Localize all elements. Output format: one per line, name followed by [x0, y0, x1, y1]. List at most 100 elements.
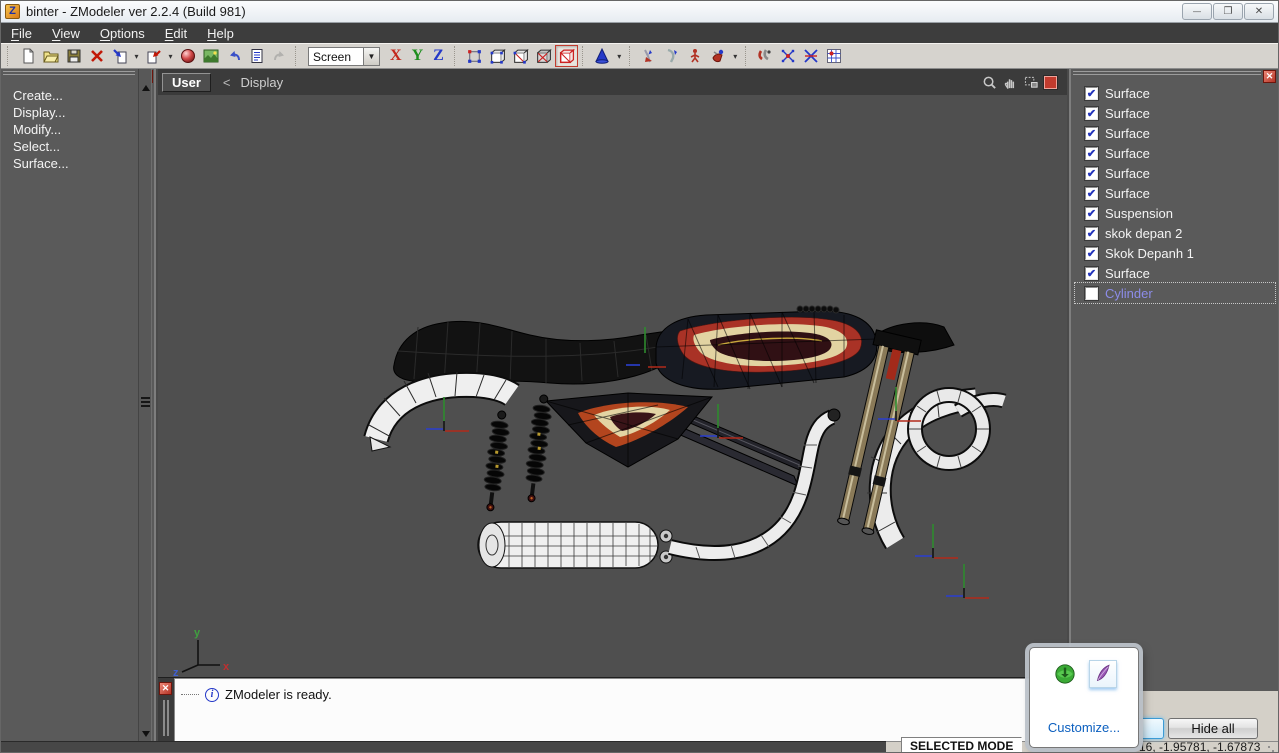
scene-object-row[interactable]: Suspension: [1075, 203, 1275, 223]
toolbar-grip[interactable]: [581, 46, 587, 66]
menu-item[interactable]: View: [48, 25, 92, 42]
notes-button[interactable]: [245, 45, 268, 67]
scene-object-label: Surface: [1105, 125, 1150, 141]
left-panel-scrollbar[interactable]: [138, 69, 152, 741]
weld-vertices-button[interactable]: [777, 45, 800, 67]
new-file-button[interactable]: [16, 45, 39, 67]
tool-menu-item[interactable]: Surface...: [13, 155, 69, 172]
toolbar-grip[interactable]: [744, 46, 750, 66]
axis-toggle[interactable]: Z: [433, 47, 444, 65]
magnet-tool-button[interactable]: [754, 45, 777, 67]
viewport-canvas[interactable]: y x z: [158, 95, 1067, 677]
scene-object-row[interactable]: Surface: [1075, 163, 1275, 183]
polygons-mode-button[interactable]: [509, 45, 532, 67]
primitive-dropdown[interactable]: [614, 45, 625, 67]
bend-tool-button[interactable]: [661, 45, 684, 67]
import-dropdown[interactable]: [131, 45, 142, 67]
viewport-tab-user[interactable]: User: [162, 72, 211, 92]
customize-link[interactable]: Customize...: [1030, 720, 1138, 735]
scene-object-row[interactable]: Surface: [1075, 123, 1275, 143]
skin-dropdown[interactable]: [730, 45, 741, 67]
export-dropdown[interactable]: [165, 45, 176, 67]
scene-object-row[interactable]: Surface: [1075, 83, 1275, 103]
menu-item[interactable]: Help: [203, 25, 246, 42]
material-sphere-button[interactable]: [176, 45, 199, 67]
vertices-mode-button[interactable]: [463, 45, 486, 67]
texture-browser-button[interactable]: [199, 45, 222, 67]
axis-toggle[interactable]: X: [390, 47, 402, 65]
status-close-button[interactable]: [159, 682, 172, 695]
visibility-checkbox[interactable]: [1085, 86, 1098, 100]
window-title: binter - ZModeler ver 2.2.4 (Build 981): [26, 4, 246, 19]
scroll-up-icon[interactable]: [142, 85, 150, 91]
pan-tool-button[interactable]: [1002, 75, 1019, 90]
tool-menu-item[interactable]: Modify...: [13, 121, 69, 138]
toolbar-grip[interactable]: [7, 46, 12, 66]
maximize-view-button[interactable]: [1043, 74, 1058, 90]
viewport-back-arrow[interactable]: <: [223, 75, 231, 90]
visibility-checkbox[interactable]: [1085, 166, 1098, 180]
visibility-checkbox[interactable]: [1085, 266, 1098, 280]
open-file-button[interactable]: [39, 45, 62, 67]
save-button[interactable]: [62, 45, 85, 67]
menu-item[interactable]: Options: [96, 25, 157, 42]
visibility-checkbox[interactable]: [1085, 206, 1098, 220]
visibility-checkbox[interactable]: [1085, 106, 1098, 120]
scene-object-row[interactable]: Surface: [1075, 263, 1275, 283]
visibility-checkbox[interactable]: [1085, 246, 1098, 260]
close-button[interactable]: [1244, 3, 1274, 20]
feather-pen-tray-item[interactable]: [1089, 660, 1117, 688]
visibility-checkbox[interactable]: [1085, 146, 1098, 160]
export-button[interactable]: [142, 45, 165, 67]
menu-item[interactable]: File: [7, 25, 44, 42]
scroll-grip-icon[interactable]: [141, 397, 150, 407]
panel-drag-handle[interactable]: [1073, 71, 1261, 75]
toolbar-grip[interactable]: [628, 46, 634, 66]
tool-menu-item[interactable]: Create...: [13, 87, 69, 104]
view-mode-select[interactable]: Screen: [308, 46, 380, 66]
tool-menu-item[interactable]: Select...: [13, 138, 69, 155]
delete-button[interactable]: [85, 45, 108, 67]
snap-grid-icon: [827, 49, 842, 63]
break-weld-button[interactable]: [800, 45, 823, 67]
snap-grid-button[interactable]: [823, 45, 846, 67]
scroll-down-icon[interactable]: [142, 731, 150, 737]
visibility-checkbox[interactable]: [1085, 126, 1098, 140]
scene-object-row[interactable]: Surface: [1075, 143, 1275, 163]
download-manager-tray-item[interactable]: [1051, 660, 1079, 688]
minimize-button[interactable]: [1182, 3, 1212, 20]
toolbar-grip[interactable]: [453, 46, 459, 66]
redo-button[interactable]: [268, 45, 291, 67]
menu-item[interactable]: Edit: [161, 25, 199, 42]
tool-menu-item[interactable]: Display...: [13, 104, 69, 121]
zoom-tool-button[interactable]: [981, 75, 998, 90]
toolbar-grip[interactable]: [295, 46, 300, 66]
edges-mode-button[interactable]: [486, 45, 509, 67]
restore-button[interactable]: [1213, 3, 1243, 20]
resize-grip[interactable]: [1267, 745, 1276, 752]
region-zoom-button[interactable]: [1023, 75, 1040, 90]
objects-mode-button[interactable]: [532, 45, 555, 67]
panel-drag-handle[interactable]: [3, 71, 135, 75]
scene-object-row[interactable]: Cylinder: [1074, 282, 1276, 304]
hide-all-button[interactable]: Hide all: [1168, 718, 1258, 739]
view-mode-dropdown-icon[interactable]: [363, 46, 380, 66]
right-panel-close-button[interactable]: [1263, 70, 1276, 83]
detach-tool-button[interactable]: [638, 45, 661, 67]
status-drag-grip[interactable]: [163, 700, 169, 736]
skeleton-tool-button[interactable]: [684, 45, 707, 67]
scene-object-row[interactable]: Surface: [1075, 183, 1275, 203]
scene-object-row[interactable]: skok depan 2: [1075, 223, 1275, 243]
create-primitive-button[interactable]: [591, 45, 614, 67]
scene-object-row[interactable]: Skok Depanh 1: [1075, 243, 1275, 263]
visibility-checkbox[interactable]: [1085, 286, 1098, 300]
skin-tool-button[interactable]: [707, 45, 730, 67]
visibility-checkbox[interactable]: [1085, 186, 1098, 200]
surfaces-mode-button[interactable]: [554, 45, 578, 67]
axis-toggle[interactable]: Y: [412, 47, 424, 65]
undo-button[interactable]: [222, 45, 245, 67]
scene-object-row[interactable]: Surface: [1075, 103, 1275, 123]
title-bar: binter - ZModeler ver 2.2.4 (Build 981): [1, 1, 1278, 23]
visibility-checkbox[interactable]: [1085, 226, 1098, 240]
import-button[interactable]: [108, 45, 131, 67]
